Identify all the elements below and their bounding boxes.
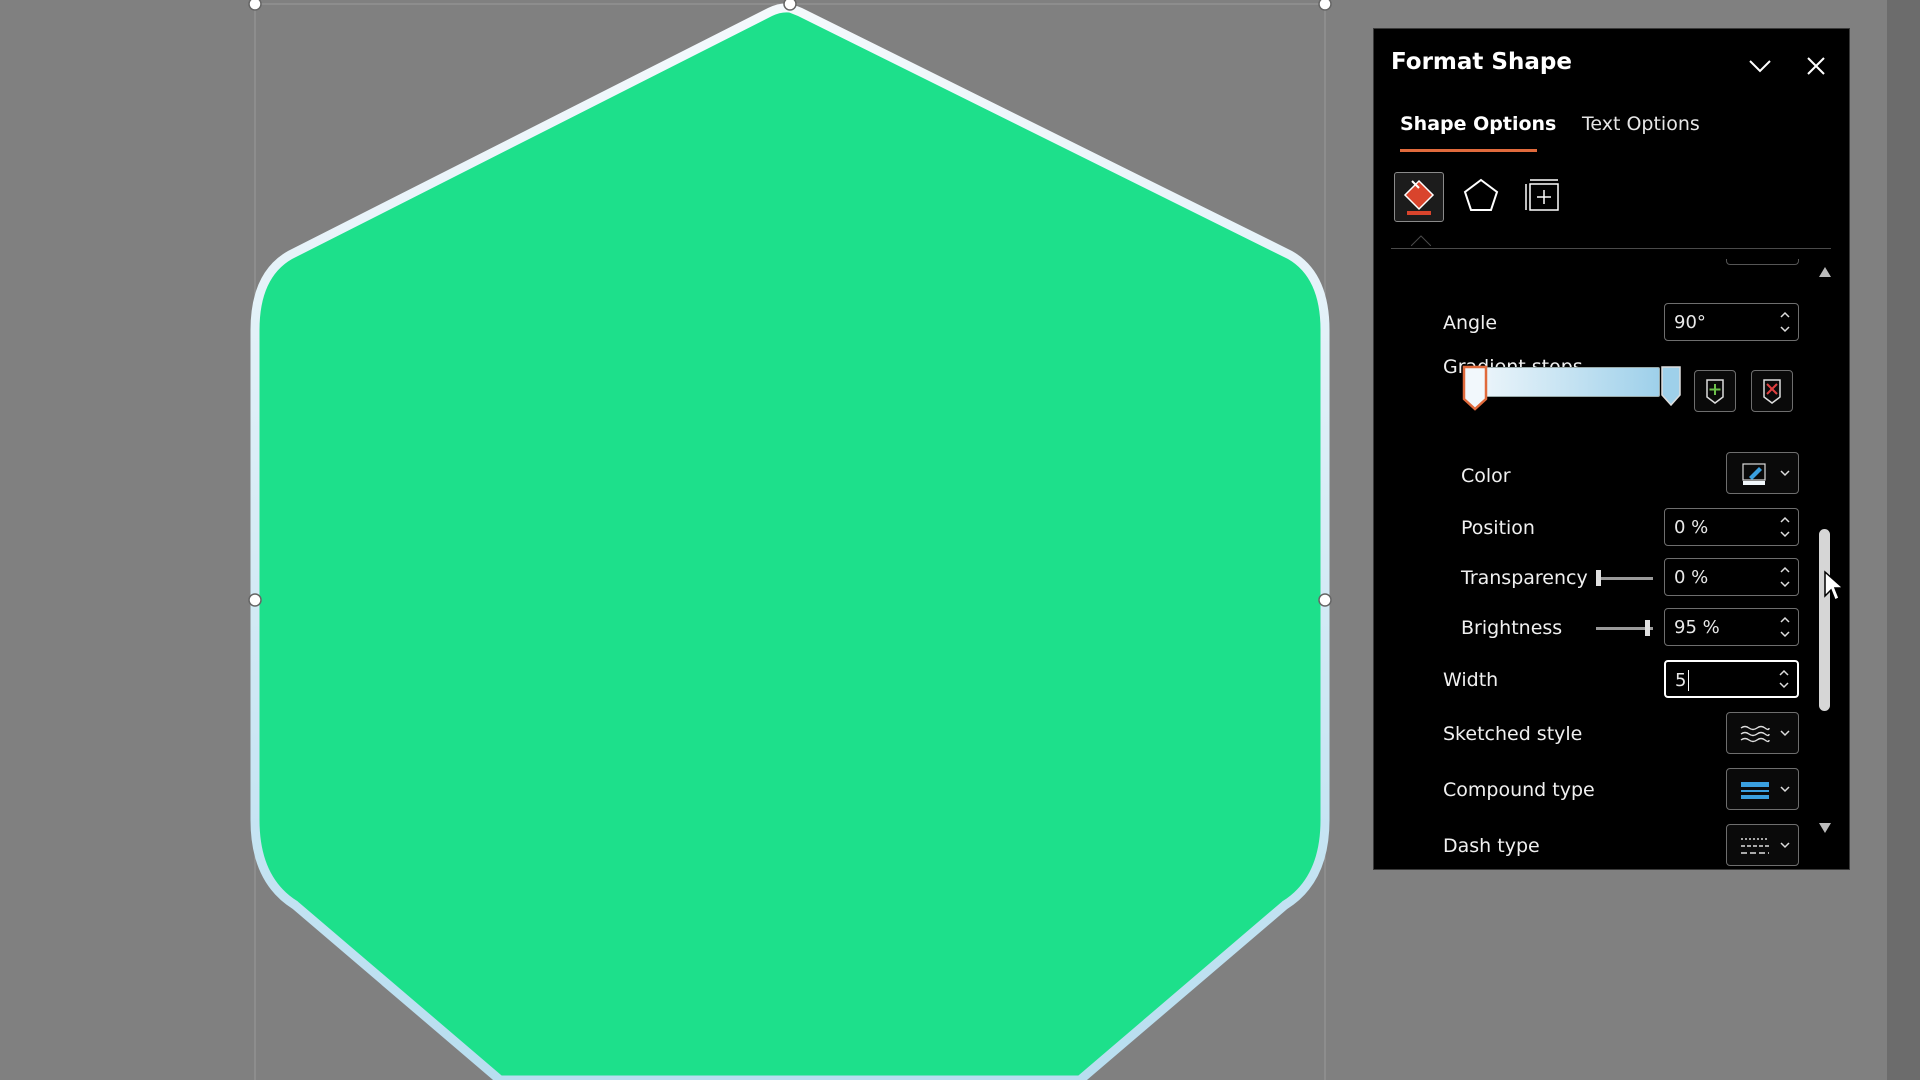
spin-down-icon[interactable]	[1778, 628, 1792, 640]
add-stop-icon	[1706, 379, 1724, 404]
pane-options-button[interactable]	[1745, 51, 1775, 81]
scrolled-control-edge	[1726, 259, 1799, 265]
chevron-down-icon	[1780, 470, 1790, 477]
tab-text-options[interactable]: Text Options	[1582, 113, 1700, 135]
scrollbar-thumb[interactable]	[1819, 529, 1830, 711]
chevron-down-icon	[1780, 842, 1790, 849]
sketched-style-label: Sketched style	[1443, 723, 1583, 745]
effects-category-button[interactable]	[1457, 172, 1507, 222]
color-picker-dropdown[interactable]	[1726, 452, 1799, 494]
spin-down-icon[interactable]	[1777, 679, 1791, 691]
resize-handle-right[interactable]	[1318, 593, 1332, 607]
spin-up-icon[interactable]	[1778, 309, 1792, 321]
remove-gradient-stop-button[interactable]	[1751, 370, 1793, 412]
transparency-slider-thumb[interactable]	[1596, 570, 1601, 586]
transparency-value: 0 %	[1674, 567, 1709, 588]
gradient-stop-selected[interactable]	[1462, 365, 1488, 411]
scroll-up-arrow-icon[interactable]	[1817, 265, 1833, 279]
pane-title: Format Shape	[1391, 49, 1572, 75]
compound-type-dropdown[interactable]	[1726, 768, 1799, 810]
scroll-down-arrow-icon[interactable]	[1817, 821, 1833, 835]
category-pointer	[1411, 235, 1431, 246]
fill-line-category-button[interactable]	[1394, 172, 1444, 222]
size-properties-category-button[interactable]	[1520, 172, 1570, 222]
resize-handle-left[interactable]	[248, 593, 262, 607]
pentagon-icon	[1463, 178, 1499, 211]
close-pane-button[interactable]	[1801, 51, 1831, 81]
width-value[interactable]: 5	[1675, 670, 1690, 691]
pen-color-icon	[1742, 463, 1766, 485]
resize-handle-top-right[interactable]	[1318, 0, 1332, 11]
angle-spinner[interactable]: 90°	[1664, 303, 1799, 341]
remove-stop-icon	[1763, 379, 1781, 404]
spin-up-icon[interactable]	[1777, 667, 1791, 679]
dashed-lines-icon	[1741, 838, 1769, 854]
angle-value: 90°	[1674, 312, 1706, 333]
dash-type-dropdown[interactable]	[1726, 824, 1799, 866]
category-divider	[1391, 248, 1831, 249]
hexagon-shape[interactable]	[250, 3, 1330, 1080]
brightness-spinner[interactable]: 95 %	[1664, 608, 1799, 646]
brightness-slider-thumb[interactable]	[1645, 620, 1651, 636]
dash-type-label: Dash type	[1443, 835, 1540, 857]
squiggle-lines-icon	[1740, 725, 1770, 743]
position-label: Position	[1461, 517, 1535, 539]
brightness-label: Brightness	[1461, 617, 1563, 639]
spin-up-icon[interactable]	[1778, 614, 1792, 626]
spin-up-icon[interactable]	[1778, 514, 1792, 526]
color-label: Color	[1461, 465, 1511, 487]
width-spinner[interactable]: 5	[1664, 660, 1799, 698]
chevron-down-icon	[1780, 730, 1790, 737]
compound-type-label: Compound type	[1443, 779, 1595, 801]
position-value: 0 %	[1674, 517, 1709, 538]
width-label: Width	[1443, 669, 1499, 691]
size-properties-icon	[1525, 179, 1559, 211]
gradient-stops-bar[interactable]	[1465, 367, 1660, 397]
spin-down-icon[interactable]	[1778, 578, 1792, 590]
transparency-slider[interactable]	[1596, 577, 1653, 580]
format-shape-pane: Format Shape Shape Options Text Options	[1373, 28, 1850, 870]
transparency-label: Transparency	[1461, 567, 1588, 589]
angle-label: Angle	[1443, 312, 1498, 334]
gradient-stop-end[interactable]	[1660, 365, 1682, 407]
mouse-cursor-icon	[1824, 570, 1845, 602]
tab-shape-options[interactable]: Shape Options	[1400, 113, 1556, 135]
paint-bucket-icon	[1403, 179, 1435, 215]
active-tab-indicator	[1400, 149, 1537, 152]
spin-down-icon[interactable]	[1778, 528, 1792, 540]
add-gradient-stop-button[interactable]	[1694, 370, 1736, 412]
resize-handle-top[interactable]	[783, 0, 797, 11]
transparency-spinner[interactable]: 0 %	[1664, 558, 1799, 596]
resize-handle-top-left[interactable]	[248, 0, 262, 11]
window-edge	[1887, 0, 1920, 1080]
spin-down-icon[interactable]	[1778, 323, 1792, 335]
close-icon	[1807, 57, 1825, 75]
chevron-down-icon	[1780, 786, 1790, 793]
brightness-value: 95 %	[1674, 617, 1720, 638]
spin-up-icon[interactable]	[1778, 564, 1792, 576]
sketched-style-dropdown[interactable]	[1726, 712, 1799, 754]
compound-lines-icon	[1741, 782, 1769, 799]
chevron-down-icon	[1749, 60, 1771, 73]
position-spinner[interactable]: 0 %	[1664, 508, 1799, 546]
